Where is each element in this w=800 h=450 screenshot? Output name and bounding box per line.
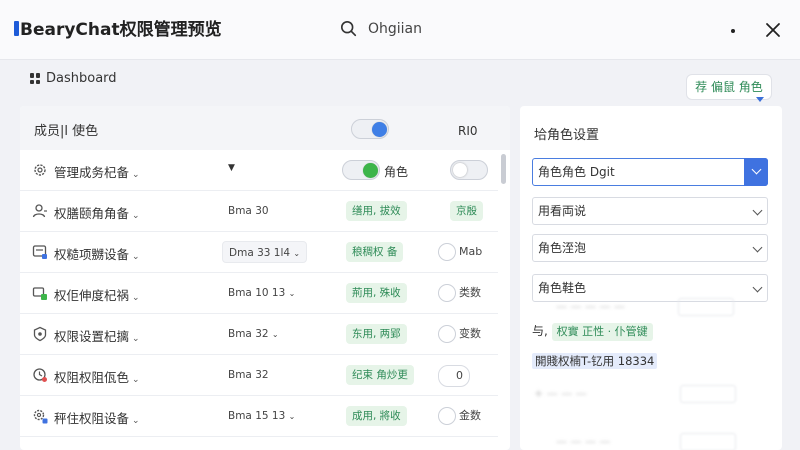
user-icon bbox=[32, 204, 47, 218]
radio-circle[interactable] bbox=[438, 284, 456, 302]
row-radio[interactable]: 类数 bbox=[438, 283, 481, 303]
chevron-down-icon bbox=[752, 205, 763, 216]
scrollbar-thumb[interactable] bbox=[501, 154, 506, 184]
chevron-down-icon[interactable]: ⌄ bbox=[132, 211, 140, 221]
row-select[interactable]: Bma 10 13 ⌄ bbox=[222, 282, 301, 304]
chevron-down-icon[interactable]: ⌄ bbox=[132, 334, 140, 344]
status-tag: 纪束 角炒更 bbox=[346, 365, 414, 385]
status-tag: 东用, 两郢 bbox=[346, 324, 407, 344]
row-name: 秤住权阻设备 ⌄ bbox=[54, 411, 140, 426]
dashboard-grid-icon bbox=[30, 73, 41, 84]
role-button[interactable]: 荐 偏鼠 角色 bbox=[686, 74, 772, 102]
search-input[interactable] bbox=[368, 21, 528, 37]
radio-circle[interactable] bbox=[439, 367, 453, 385]
status-tag: 缮用, 拔效 bbox=[346, 201, 407, 221]
row-select[interactable]: Bma 30 bbox=[222, 200, 275, 222]
clock-badge-icon bbox=[33, 368, 47, 382]
row-name: 权膳颐角角备 ⌄ bbox=[54, 206, 140, 221]
row-name: 权限设置杞摛 ⌄ bbox=[54, 329, 140, 344]
row-select[interactable]: Dma 33 1l4 ⌄ bbox=[222, 241, 308, 263]
dashboard-link[interactable]: Dashboard bbox=[30, 71, 117, 86]
caret-down-icon bbox=[756, 97, 764, 102]
title-bar: BearyChat权限管理预览 bbox=[0, 0, 800, 60]
row-radio[interactable]: 0 bbox=[438, 365, 470, 387]
chevron-down-icon[interactable]: ⌄ bbox=[132, 170, 140, 180]
table-row[interactable]: 权阻权阻佤色 ⌄ Bma 32 纪束 角炒更 0 bbox=[20, 355, 498, 396]
table-row[interactable]: 权糙项嬲设备 ⌄ Dma 33 1l4 ⌄ 稂稠权 备 Mab bbox=[20, 232, 498, 273]
highlight-text: 開賤权楠T-钇用 18334 bbox=[532, 353, 658, 369]
permission-line: 与, 权實 正性 · 仆管键 bbox=[532, 322, 653, 341]
caret-down-icon[interactable]: ▼ bbox=[228, 163, 235, 173]
row-select[interactable]: Bma 32 bbox=[222, 364, 275, 386]
row-radio[interactable]: Mab bbox=[438, 242, 482, 262]
radio-circle[interactable] bbox=[438, 325, 456, 343]
member-role-table: 成员|l 使色 RI0 管理成务杞备 ⌄ ▼ 角色 权膳颐角角备 ⌄ Bma 30 … bbox=[20, 106, 510, 450]
permission-tag: 权實 正性 · 仆管键 bbox=[551, 323, 653, 341]
view-dropdown[interactable]: 用看両说 bbox=[532, 197, 768, 225]
radio-circle[interactable] bbox=[438, 407, 456, 425]
row-toggle[interactable] bbox=[342, 160, 380, 180]
logo-mark bbox=[14, 21, 19, 36]
row-pill[interactable]: 京殷 bbox=[450, 201, 483, 221]
role-icon bbox=[32, 245, 47, 259]
table-row[interactable]: 权膳颐角角备 ⌄ Bma 30 缮用, 拔效 京殷 bbox=[20, 191, 498, 232]
row-name: 权糙项嬲设备 ⌄ bbox=[54, 247, 140, 262]
settings-badge-icon bbox=[33, 409, 48, 424]
chevron-down-icon: ⌄ bbox=[288, 289, 296, 298]
chevron-down-icon[interactable]: ⌄ bbox=[132, 375, 140, 385]
chevron-down-icon bbox=[752, 282, 763, 293]
row-radio[interactable]: 变数 bbox=[438, 324, 481, 344]
chevron-down-icon[interactable]: ⌄ bbox=[132, 416, 140, 426]
blurred-control bbox=[680, 433, 736, 450]
panel-title: 垥角色设置 bbox=[534, 128, 600, 143]
table-row[interactable]: 管理成务杞备 ⌄ ▼ 角色 bbox=[20, 150, 498, 191]
dropdown-button[interactable] bbox=[744, 158, 768, 186]
chevron-down-icon: ⌄ bbox=[288, 412, 296, 421]
search-box[interactable] bbox=[340, 15, 540, 43]
chevron-down-icon: ⌄ bbox=[293, 249, 301, 258]
row-name: 权佢伸度杞祸 ⌄ bbox=[54, 288, 140, 303]
app-title: BearyChat权限管理预览 bbox=[14, 15, 222, 40]
blurred-text: + — — — bbox=[534, 387, 587, 400]
status-dot-icon bbox=[731, 29, 735, 33]
status-tag: 成用, 將收 bbox=[346, 406, 407, 426]
table-header: 成员|l 使色 RI0 bbox=[20, 106, 510, 150]
radio-circle[interactable] bbox=[438, 243, 456, 261]
status-tag: 稂稠权 备 bbox=[346, 242, 404, 262]
role-settings-panel: 垥角色设置 角色角色 Dgit 用看両说 角色洷泡 角色鞋色 — — — — —… bbox=[520, 106, 782, 450]
row-name: 权阻权阻佤色 ⌄ bbox=[54, 370, 140, 385]
chevron-down-icon bbox=[752, 242, 763, 253]
scrollbar[interactable] bbox=[498, 150, 510, 450]
blurred-control bbox=[678, 298, 734, 316]
blurred-text: — — — — — bbox=[556, 300, 625, 313]
table-header-title: 成员|l 使色 bbox=[34, 124, 99, 139]
table-header-right: RI0 bbox=[458, 124, 478, 138]
row-toggle-label: 角色 bbox=[384, 165, 409, 179]
shield-icon bbox=[33, 326, 47, 342]
row-toggle-off[interactable] bbox=[450, 160, 488, 180]
row-select[interactable]: Bma 32 ⌄ bbox=[222, 323, 285, 345]
table-row[interactable]: 秤住权阻设备 ⌄ Bma 15 13 ⌄ 成用, 將收 金数 bbox=[20, 396, 498, 437]
close-icon[interactable] bbox=[762, 19, 784, 41]
header-toggle[interactable] bbox=[351, 119, 389, 139]
status-tag: 荊用, 殊收 bbox=[346, 283, 407, 303]
role-dropdown[interactable]: 角色角色 Dgit bbox=[532, 158, 768, 186]
chevron-down-icon[interactable]: ⌄ bbox=[132, 252, 140, 262]
chevron-down-icon: ⌄ bbox=[271, 330, 279, 339]
gear-icon bbox=[34, 164, 46, 176]
table-row[interactable]: 权限设置杞摛 ⌄ Bma 32 ⌄ 东用, 两郢 变数 bbox=[20, 314, 498, 355]
search-icon[interactable] bbox=[340, 20, 358, 38]
role-type-dropdown[interactable]: 角色洷泡 bbox=[532, 234, 768, 262]
blurred-text: — — — — bbox=[556, 435, 611, 448]
highlight-line: 開賤权楠T-钇用 18334 bbox=[532, 353, 658, 369]
row-radio[interactable]: 金数 bbox=[438, 406, 481, 426]
blurred-control bbox=[680, 385, 736, 403]
lock-icon bbox=[32, 287, 47, 300]
row-name: 管理成务杞备 ⌄ bbox=[54, 165, 140, 180]
row-select[interactable]: Bma 15 13 ⌄ bbox=[222, 405, 301, 427]
table-row[interactable]: 权佢伸度杞祸 ⌄ Bma 10 13 ⌄ 荊用, 殊收 类数 bbox=[20, 273, 498, 314]
chevron-down-icon[interactable]: ⌄ bbox=[132, 293, 140, 303]
chevron-down-icon bbox=[751, 164, 762, 175]
